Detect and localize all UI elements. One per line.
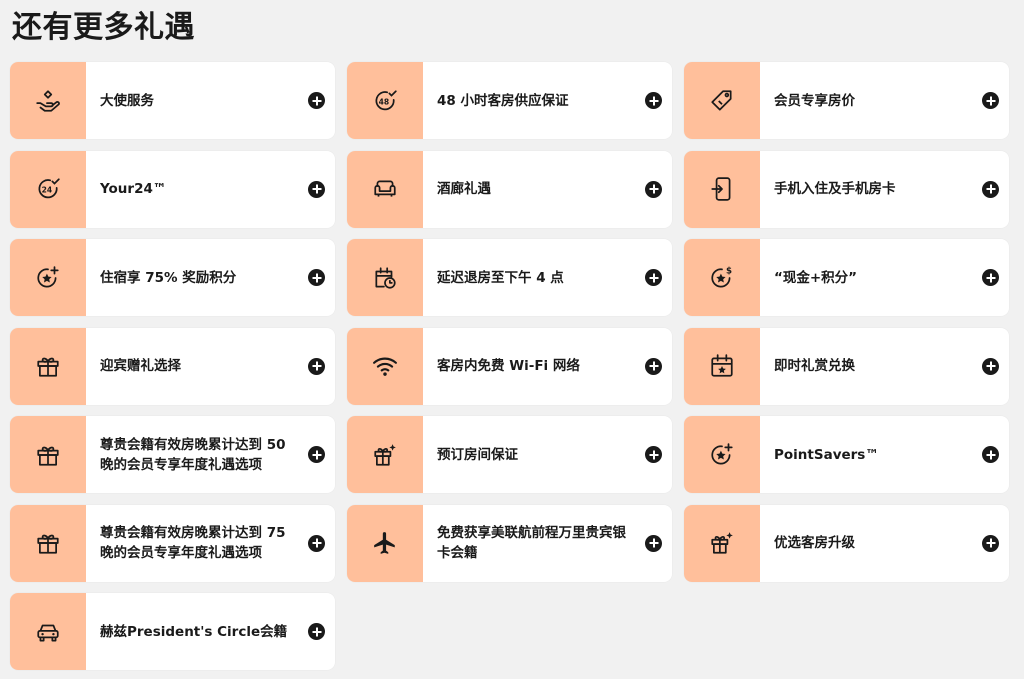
expand-plus-icon[interactable] bbox=[645, 534, 662, 552]
car-icon bbox=[35, 619, 61, 645]
expand-plus-icon[interactable] bbox=[982, 446, 999, 463]
benefit-icon-box bbox=[347, 62, 423, 139]
benefit-card[interactable]: 预订房间保证 bbox=[347, 416, 672, 493]
benefit-icon-box bbox=[10, 504, 86, 582]
benefit-icon-box bbox=[347, 504, 423, 582]
clock-48-icon bbox=[372, 88, 398, 114]
benefit-icon-box bbox=[684, 62, 760, 139]
benefits-grid: 大使服务 48 小时客房供应保证 会员专享房价 Your24™ 酒廊礼遇 手机入住及手机房… bbox=[10, 62, 1010, 670]
expand-plus-icon[interactable] bbox=[645, 269, 662, 286]
benefit-label: 客房内免费 Wi-Fi 网络 bbox=[437, 358, 580, 374]
benefit-label: 大使服务 bbox=[100, 92, 154, 109]
benefit-icon-box bbox=[347, 150, 423, 228]
benefit-card[interactable]: 即时礼赏兑换 bbox=[684, 327, 1009, 405]
benefit-card[interactable]: “现金+积分” bbox=[684, 239, 1009, 316]
price-tag-icon bbox=[709, 88, 735, 114]
expand-plus-icon[interactable] bbox=[308, 534, 325, 552]
wifi-icon bbox=[372, 353, 398, 379]
gift-sparkle-icon bbox=[372, 442, 398, 468]
airplane-icon bbox=[372, 530, 398, 556]
mobile-key-icon bbox=[709, 176, 735, 202]
star-plus-icon bbox=[35, 265, 61, 291]
gift-sparkle-icon bbox=[709, 530, 735, 556]
benefit-label: “现金+积分” bbox=[774, 269, 858, 286]
benefit-label: 优选客房升级 bbox=[774, 535, 855, 551]
gift-icon bbox=[35, 530, 61, 556]
hand-heart-icon bbox=[35, 88, 61, 114]
expand-plus-icon[interactable] bbox=[308, 269, 325, 286]
benefit-icon-box bbox=[684, 416, 760, 493]
expand-plus-icon[interactable] bbox=[645, 92, 662, 109]
benefit-label: Your24™ bbox=[100, 181, 167, 197]
sofa-icon bbox=[372, 176, 398, 202]
benefit-card[interactable]: PointSavers™ bbox=[684, 416, 1009, 493]
benefit-card[interactable]: 会员专享房价 bbox=[684, 62, 1009, 139]
page-title: 还有更多礼遇 bbox=[12, 10, 195, 45]
expand-plus-icon[interactable] bbox=[645, 446, 662, 463]
gift-icon bbox=[35, 353, 61, 379]
benefit-card[interactable]: 延迟退房至下午 4 点 bbox=[347, 239, 672, 316]
benefit-icon-box bbox=[684, 239, 760, 316]
expand-plus-icon[interactable] bbox=[982, 534, 999, 552]
expand-plus-icon[interactable] bbox=[308, 446, 325, 463]
expand-plus-icon[interactable] bbox=[645, 180, 662, 198]
benefit-label: 预订房间保证 bbox=[437, 446, 518, 463]
benefit-label: 延迟退房至下午 4 点 bbox=[437, 269, 564, 286]
benefit-label: 住宿享 75% 奖励积分 bbox=[100, 269, 237, 286]
benefit-icon-box bbox=[684, 150, 760, 228]
benefit-label: PointSavers™ bbox=[774, 446, 879, 463]
expand-plus-icon[interactable] bbox=[982, 92, 999, 109]
benefit-icon-box bbox=[347, 327, 423, 405]
star-plus-icon bbox=[709, 442, 735, 468]
gift-icon bbox=[35, 442, 61, 468]
benefit-card[interactable]: 尊贵会籍有效房晚累计达到 75 晚的会员专享年度礼遇选项 bbox=[10, 504, 335, 582]
benefit-icon-box bbox=[347, 239, 423, 316]
benefit-label: 酒廊礼遇 bbox=[437, 181, 491, 197]
calendar-star-icon bbox=[709, 353, 735, 379]
benefit-label: 即时礼赏兑换 bbox=[774, 358, 855, 374]
benefit-card[interactable]: Your24™ bbox=[10, 150, 335, 228]
expand-plus-icon[interactable] bbox=[982, 357, 999, 375]
benefit-label: 尊贵会籍有效房晚累计达到 75 晚的会员专享年度礼遇选项 bbox=[100, 525, 286, 561]
benefit-label: 手机入住及手机房卡 bbox=[774, 181, 896, 197]
benefit-label: 赫兹President's Circle会籍 bbox=[100, 623, 288, 640]
expand-plus-icon[interactable] bbox=[308, 623, 325, 640]
expand-plus-icon[interactable] bbox=[982, 269, 999, 286]
clock-24-icon bbox=[35, 176, 61, 202]
expand-plus-icon[interactable] bbox=[308, 180, 325, 198]
calendar-clock-icon bbox=[372, 265, 398, 291]
benefit-label: 尊贵会籍有效房晚累计达到 50 晚的会员专享年度礼遇选项 bbox=[100, 436, 286, 473]
benefit-icon-box bbox=[10, 150, 86, 228]
benefit-card[interactable]: 48 小时客房供应保证 bbox=[347, 62, 672, 139]
benefit-icon-box bbox=[684, 504, 760, 582]
benefit-card[interactable]: 免费获享美联航前程万里贵宾银卡会籍 bbox=[347, 504, 672, 582]
benefit-card[interactable]: 尊贵会籍有效房晚累计达到 50 晚的会员专享年度礼遇选项 bbox=[10, 416, 335, 493]
expand-plus-icon[interactable] bbox=[308, 92, 325, 109]
benefit-card[interactable]: 手机入住及手机房卡 bbox=[684, 150, 1009, 228]
benefit-card[interactable]: 客房内免费 Wi-Fi 网络 bbox=[347, 327, 672, 405]
benefit-icon-box bbox=[10, 327, 86, 405]
benefit-icon-box bbox=[10, 593, 86, 670]
benefit-icon-box bbox=[10, 62, 86, 139]
expand-plus-icon[interactable] bbox=[982, 180, 999, 198]
benefit-icon-box bbox=[10, 239, 86, 316]
benefit-label: 迎宾赠礼选择 bbox=[100, 358, 181, 374]
benefit-card[interactable]: 酒廊礼遇 bbox=[347, 150, 672, 228]
benefit-card[interactable]: 迎宾赠礼选择 bbox=[10, 327, 335, 405]
benefit-icon-box bbox=[10, 416, 86, 493]
benefit-card[interactable]: 大使服务 bbox=[10, 62, 335, 139]
benefit-card[interactable]: 优选客房升级 bbox=[684, 504, 1009, 582]
expand-plus-icon[interactable] bbox=[308, 357, 325, 375]
expand-plus-icon[interactable] bbox=[645, 357, 662, 375]
benefit-label: 免费获享美联航前程万里贵宾银卡会籍 bbox=[437, 525, 626, 561]
benefit-icon-box bbox=[684, 327, 760, 405]
benefit-card[interactable]: 住宿享 75% 奖励积分 bbox=[10, 239, 335, 316]
benefit-label: 48 小时客房供应保证 bbox=[437, 92, 569, 109]
star-dollar-icon bbox=[709, 265, 735, 291]
benefit-icon-box bbox=[347, 416, 423, 493]
benefit-label: 会员专享房价 bbox=[774, 92, 855, 109]
benefit-card[interactable]: 赫兹President's Circle会籍 bbox=[10, 593, 335, 670]
